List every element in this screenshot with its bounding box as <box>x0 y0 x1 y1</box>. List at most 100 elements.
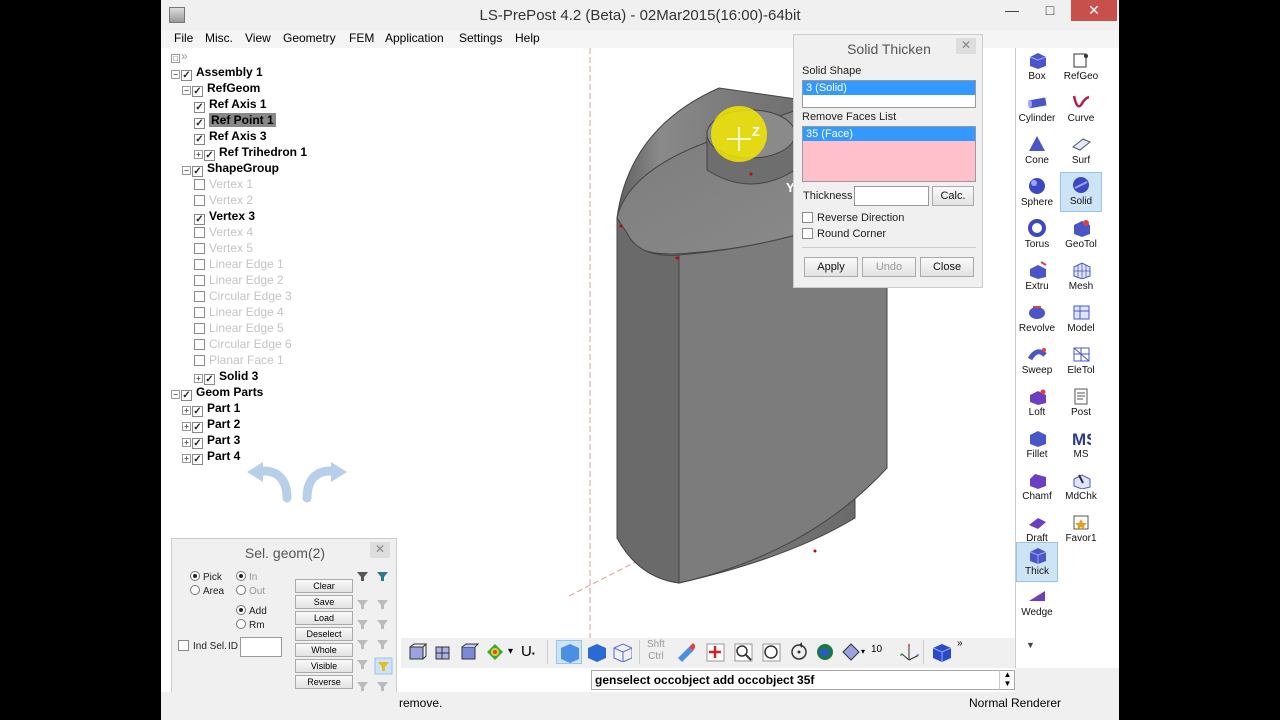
tree-item-vertex-2[interactable]: Vertex 2 <box>194 193 253 209</box>
checkbox[interactable]: ✓ <box>192 454 203 465</box>
checkbox[interactable] <box>194 179 205 190</box>
radio-in[interactable]: In <box>236 571 257 583</box>
wire-view-icon[interactable] <box>612 642 632 662</box>
tree-collapse-toggle[interactable]: □» <box>171 49 188 65</box>
tree-item-vertex-4[interactable]: Vertex 4 <box>194 225 253 241</box>
list-item[interactable]: 3 (Solid) <box>803 81 975 95</box>
load-button[interactable]: Load <box>295 611 353 625</box>
reverse-button[interactable]: Reverse <box>295 675 353 689</box>
tree-item-linear-edge-5[interactable]: Linear Edge 5 <box>194 321 284 337</box>
save-button[interactable]: Save <box>295 595 353 609</box>
radio-pick[interactable]: Pick <box>190 571 222 583</box>
zoom-box-icon[interactable] <box>733 642 753 662</box>
pick-tool-icon[interactable] <box>675 642 695 662</box>
checkbox[interactable]: ✓ <box>194 102 205 113</box>
checkbox[interactable] <box>802 212 813 223</box>
checkbox[interactable] <box>802 228 813 239</box>
radio-add[interactable]: Add <box>236 605 267 617</box>
checkbox[interactable] <box>194 323 205 334</box>
filter-icon[interactable] <box>377 572 388 581</box>
tree-item-ref-point-1[interactable]: ✓ Ref Point 1 <box>194 113 276 129</box>
checkbox[interactable]: ✓ <box>204 374 215 385</box>
tool-model[interactable]: Model <box>1060 300 1102 340</box>
close-icon[interactable]: ✕ <box>956 38 976 54</box>
checkbox[interactable]: ✓ <box>204 150 215 161</box>
filter-icon[interactable] <box>357 682 368 691</box>
filter-icon[interactable] <box>357 620 368 629</box>
wire-cube-icon[interactable] <box>407 642 427 662</box>
menu-geometry[interactable]: Geometry <box>283 31 336 45</box>
tool-curve[interactable]: Curve <box>1060 90 1102 130</box>
tool-mesh[interactable]: Mesh <box>1060 258 1102 298</box>
close-window-button[interactable]: ✕ <box>1071 0 1117 21</box>
tool-geotol[interactable]: GeoTol <box>1060 216 1102 256</box>
filter-icon[interactable] <box>357 640 368 649</box>
menu-fem[interactable]: FEM <box>349 31 374 45</box>
filter-icon[interactable] <box>357 600 368 609</box>
tree-item-vertex-5[interactable]: Vertex 5 <box>194 241 253 257</box>
undo-button[interactable]: Undo <box>862 257 916 277</box>
tree-item-circular-edge-3[interactable]: Circular Edge 3 <box>194 289 292 305</box>
checkbox[interactable]: ✓ <box>192 422 203 433</box>
filter-icon[interactable] <box>377 620 388 629</box>
checkbox[interactable] <box>194 243 205 254</box>
radio-out[interactable]: Out <box>236 585 265 597</box>
tool-surf[interactable]: Surf <box>1060 132 1102 172</box>
filter-icon[interactable] <box>357 572 368 581</box>
ind-sel-option[interactable]: Ind Sel. <box>178 640 227 652</box>
menu-view[interactable]: View <box>245 31 271 45</box>
expand-toggle-icon[interactable]: + <box>194 374 203 383</box>
tool-refgeo[interactable]: RefGeo <box>1060 48 1102 88</box>
tree-item-geom-parts[interactable]: − ✓ Geom Parts <box>171 385 263 401</box>
tree-item-solid-3[interactable]: + ✓ Solid 3 <box>194 369 258 385</box>
tool-eletol[interactable]: EleTol <box>1060 342 1102 382</box>
remove-faces-list[interactable]: 35 (Face) <box>802 126 976 182</box>
mesh-cube-icon[interactable] <box>433 642 453 662</box>
shaded-cube-icon[interactable] <box>459 642 479 662</box>
undo-arrow-icon[interactable] <box>247 462 292 503</box>
checkbox[interactable]: ✓ <box>192 166 203 177</box>
tree-item-linear-edge-4[interactable]: Linear Edge 4 <box>194 305 284 321</box>
toolbar-overflow-icon[interactable]: » <box>957 638 963 649</box>
tree-item-linear-edge-2[interactable]: Linear Edge 2 <box>194 273 284 289</box>
expand-toggle-icon[interactable]: − <box>171 70 180 79</box>
clear-button[interactable]: Clear <box>295 579 353 593</box>
tool-mdchk[interactable]: MdChk <box>1060 468 1102 508</box>
filter-icon[interactable] <box>357 660 368 669</box>
tree-item-shapegroup[interactable]: − ✓ ShapeGroup <box>182 161 279 177</box>
close-icon[interactable]: ✕ <box>370 542 390 558</box>
tree-item-ref-axis-3[interactable]: ✓ Ref Axis 3 <box>194 129 267 145</box>
tool-fillet[interactable]: Fillet <box>1016 426 1058 466</box>
radio-icon[interactable] <box>236 585 246 595</box>
tool-sweep[interactable]: Sweep <box>1016 342 1058 382</box>
tree-item-part-3[interactable]: + ✓ Part 3 <box>182 433 240 449</box>
apply-button[interactable]: Apply <box>804 257 858 277</box>
command-line-input[interactable]: genselect occobject add occobject 35f <box>591 670 1015 690</box>
tree-item-vertex-1[interactable]: Vertex 1 <box>194 177 253 193</box>
tool-ms[interactable]: MS MS <box>1060 426 1102 466</box>
checkbox[interactable] <box>194 339 205 350</box>
checkbox[interactable]: ✓ <box>194 214 205 225</box>
id-input[interactable] <box>240 637 282 657</box>
checkbox[interactable] <box>194 195 205 206</box>
tool-cylinder[interactable]: Cylinder <box>1016 90 1058 130</box>
triad-icon[interactable] <box>899 642 919 662</box>
tool-torus[interactable]: Torus <box>1016 216 1058 256</box>
round-corner-option[interactable]: Round Corner <box>802 228 886 240</box>
tree-item-planar-face-1[interactable]: Planar Face 1 <box>194 353 284 369</box>
checkbox[interactable] <box>178 640 189 651</box>
expand-toggle-icon[interactable]: + <box>182 454 191 463</box>
menu-settings[interactable]: Settings <box>459 31 502 45</box>
shade-view-icon[interactable] <box>586 642 606 662</box>
checkbox[interactable]: ✓ <box>194 118 205 129</box>
tree-item-refgeom[interactable]: − ✓ RefGeom <box>182 81 260 97</box>
expand-toggle-icon[interactable]: + <box>182 438 191 447</box>
checkbox[interactable] <box>194 355 205 366</box>
solid-shape-list[interactable]: 3 (Solid) <box>802 80 976 108</box>
filter-icon[interactable] <box>377 600 388 609</box>
checkbox[interactable] <box>194 307 205 318</box>
checkbox[interactable] <box>194 275 205 286</box>
shift-ctrl-toggle[interactable]: Shft Ctrl <box>647 639 665 663</box>
tool-chamf[interactable]: Chamf <box>1016 468 1058 508</box>
tree-item-ref-trihedron-1[interactable]: + ✓ Ref Trihedron 1 <box>194 145 307 161</box>
